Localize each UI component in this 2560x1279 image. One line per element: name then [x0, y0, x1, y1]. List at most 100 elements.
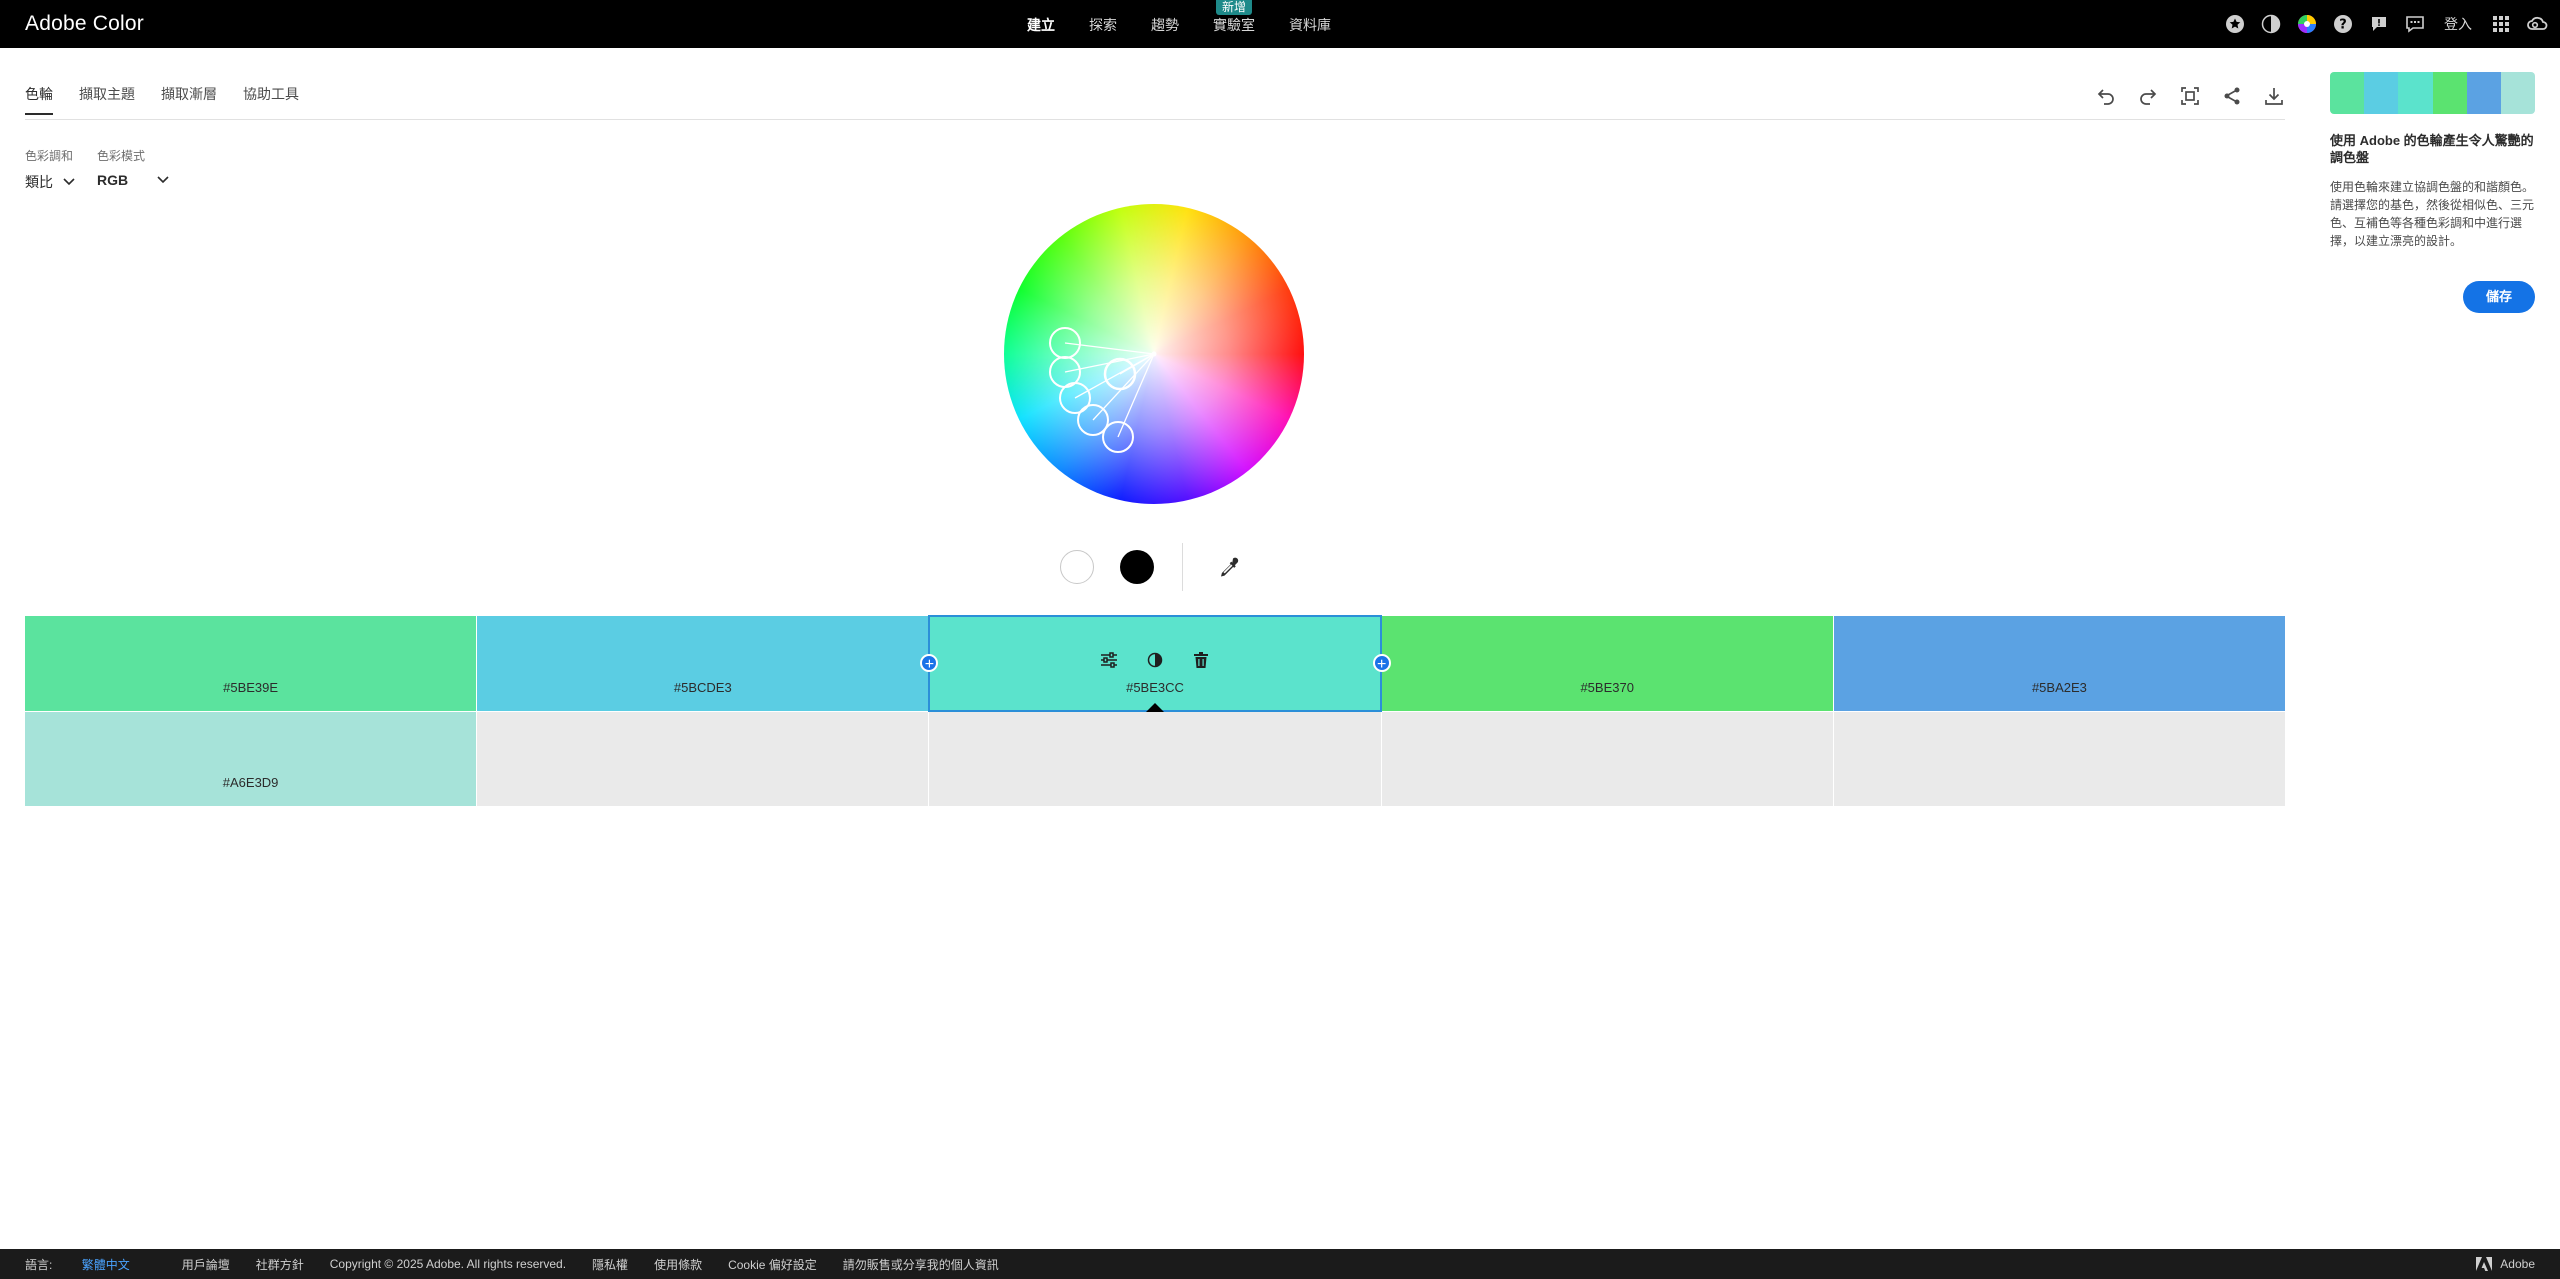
apps-grid-icon[interactable] [2490, 13, 2512, 35]
footer-link-guidelines[interactable]: 社群方針 [256, 1256, 304, 1273]
main-nav: 建立 探索 趨勢 新增 實驗室 資料庫 [1010, 0, 1348, 48]
shade-swatch[interactable]: #A6E3D9 [25, 712, 477, 806]
shade-row: #A6E3D9 [25, 712, 2286, 806]
color-swatch[interactable]: #5BA2E3 [1833, 616, 2286, 711]
color-mode-value[interactable]: RGB [97, 172, 169, 188]
footer-link-do-not-sell[interactable]: 請勿販售或分享我的個人資訊 [843, 1256, 999, 1273]
feedback-icon[interactable] [2368, 13, 2390, 35]
nav-trends[interactable]: 趨勢 [1134, 0, 1196, 48]
footer-link-cookies[interactable]: Cookie 偏好設定 [728, 1256, 817, 1273]
nav-libraries[interactable]: 資料庫 [1272, 0, 1348, 48]
sign-in-link[interactable]: 登入 [2440, 14, 2476, 34]
hex-label[interactable]: #A6E3D9 [25, 775, 476, 790]
nav-create[interactable]: 建立 [1010, 0, 1072, 48]
color-swatch[interactable]: #5BCDE3 [477, 616, 929, 711]
color-wheel[interactable] [1004, 204, 1304, 504]
preview-color [2466, 72, 2501, 114]
shade-empty [477, 712, 929, 806]
trash-icon[interactable] [1191, 650, 1211, 670]
tab-color-wheel[interactable]: 色輪 [25, 84, 53, 115]
save-button[interactable]: 儲存 [2463, 281, 2535, 313]
adjust-sliders-icon[interactable] [1099, 650, 1119, 670]
tool-tabs: 色輪 擷取主題 擷取漸層 協助工具 [25, 84, 299, 115]
color-mode-select[interactable]: 色彩模式 RGB [97, 147, 169, 192]
adobe-wordmark: Adobe [2500, 1257, 2535, 1271]
color-swatch-selected[interactable]: + #5BE3CC + [920, 615, 1391, 712]
divider [1182, 543, 1183, 591]
preview-color [2364, 72, 2399, 114]
contrast-icon[interactable] [2260, 13, 2282, 35]
set-base-color-icon[interactable] [1145, 650, 1165, 670]
hex-label[interactable]: #5BA2E3 [1834, 680, 2285, 695]
color-mode-value-text: RGB [97, 172, 129, 188]
harmony-select[interactable]: 色彩調和 類比 [25, 147, 75, 192]
shade-empty [929, 712, 1381, 806]
nav-create-label: 建立 [1027, 17, 1055, 33]
white-swatch[interactable] [1060, 550, 1094, 584]
toolbar [2094, 84, 2286, 108]
harmony-value-text: 類比 [25, 174, 53, 190]
preview-color [2398, 72, 2433, 114]
black-swatch[interactable] [1120, 550, 1154, 584]
sidebar-title: 使用 Adobe 的色輪產生令人驚艷的調色盤 [2330, 133, 2534, 165]
palette-row: #5BE39E #5BCDE3 + #5BE3CC + #5BE370 #5BA… [25, 615, 2286, 712]
nav-trends-label: 趨勢 [1151, 17, 1179, 33]
new-badge: 新增 [1215, 0, 1253, 15]
shade-empty [1381, 712, 1833, 806]
footer-adobe[interactable]: Adobe [2476, 1249, 2535, 1279]
nav-labs-label: 實驗室 [1213, 17, 1255, 33]
language-selector[interactable]: 語言: 繁體中文 [25, 1256, 156, 1273]
tab-accessibility-tools[interactable]: 協助工具 [243, 84, 299, 115]
footer-copyright: Copyright © 2025 Adobe. All rights reser… [329, 1257, 567, 1271]
harmony-value[interactable]: 類比 [25, 172, 75, 192]
hex-label[interactable]: #5BE39E [25, 680, 476, 695]
palette-preview [2330, 72, 2535, 114]
nav-libraries-label: 資料庫 [1289, 17, 1331, 33]
sidebar-description: 使用色輪來建立協調色盤的和諧顏色。請選擇您的基色，然後從相似色、三元色、互補色等… [2330, 180, 2535, 248]
footer-link-privacy[interactable]: 隱私權 [592, 1256, 628, 1273]
nav-explore[interactable]: 探索 [1072, 0, 1134, 48]
footer-link-forum[interactable]: 用戶論壇 [182, 1256, 230, 1273]
nav-explore-label: 探索 [1089, 17, 1117, 33]
swatch-tools [1060, 543, 1243, 591]
palette: #5BE39E #5BCDE3 + #5BE3CC + #5BE370 #5BA… [25, 615, 2286, 806]
fit-icon[interactable] [2178, 84, 2202, 108]
wheel-center [1151, 351, 1157, 357]
eyedropper-icon[interactable] [1215, 553, 1243, 581]
sidebar: 使用 Adobe 的色輪產生令人驚艷的調色盤 使用色輪來建立協調色盤的和諧顏色。… [2330, 72, 2535, 250]
star-icon[interactable] [2224, 13, 2246, 35]
color-swatch[interactable]: #5BE39E [25, 616, 477, 711]
tab-divider [25, 119, 2285, 120]
footer: 語言: 繁體中文 用戶論壇 社群方針 Copyright © 2025 Adob… [0, 1249, 2560, 1279]
harmony-label: 色彩調和 [25, 149, 74, 163]
undo-icon[interactable] [2094, 84, 2118, 108]
add-color-right-button[interactable]: + [1372, 654, 1391, 673]
color-mode-label: 色彩模式 [97, 149, 146, 163]
tab-extract-theme[interactable]: 擷取主題 [79, 84, 135, 115]
color-swatch[interactable]: #5BE370 [1381, 616, 1833, 711]
hex-label[interactable]: #5BE370 [1382, 680, 1833, 695]
creative-cloud-icon[interactable] [2526, 13, 2548, 35]
hex-label[interactable]: #5BCDE3 [477, 680, 928, 695]
language-link[interactable]: 繁體中文 [82, 1258, 130, 1272]
color-wheel-icon[interactable] [2296, 13, 2318, 35]
hex-label[interactable]: #5BE3CC [929, 680, 1380, 695]
preview-color [2432, 72, 2467, 114]
top-bar: Adobe Color 建立 探索 趨勢 新增 實驗室 資料庫 ? 登入 [0, 0, 2560, 48]
wheel-handles [1049, 327, 1157, 453]
chevron-down-icon [157, 176, 169, 184]
nav-labs[interactable]: 新增 實驗室 [1196, 0, 1272, 48]
redo-icon[interactable] [2136, 84, 2160, 108]
download-icon[interactable] [2262, 84, 2286, 108]
svg-text:?: ? [2339, 18, 2347, 33]
share-icon[interactable] [2220, 84, 2244, 108]
brand-logo[interactable]: Adobe Color [25, 12, 144, 36]
top-icons: ? 登入 [2224, 0, 2548, 48]
tab-extract-gradient[interactable]: 擷取漸層 [161, 84, 217, 115]
swatch-actions [929, 650, 1380, 670]
help-icon[interactable]: ? [2332, 13, 2354, 35]
selectors: 色彩調和 類比 色彩模式 RGB [25, 147, 169, 192]
footer-link-terms[interactable]: 使用條款 [654, 1256, 702, 1273]
caret-up-icon [1146, 703, 1164, 712]
chat-icon[interactable] [2404, 13, 2426, 35]
